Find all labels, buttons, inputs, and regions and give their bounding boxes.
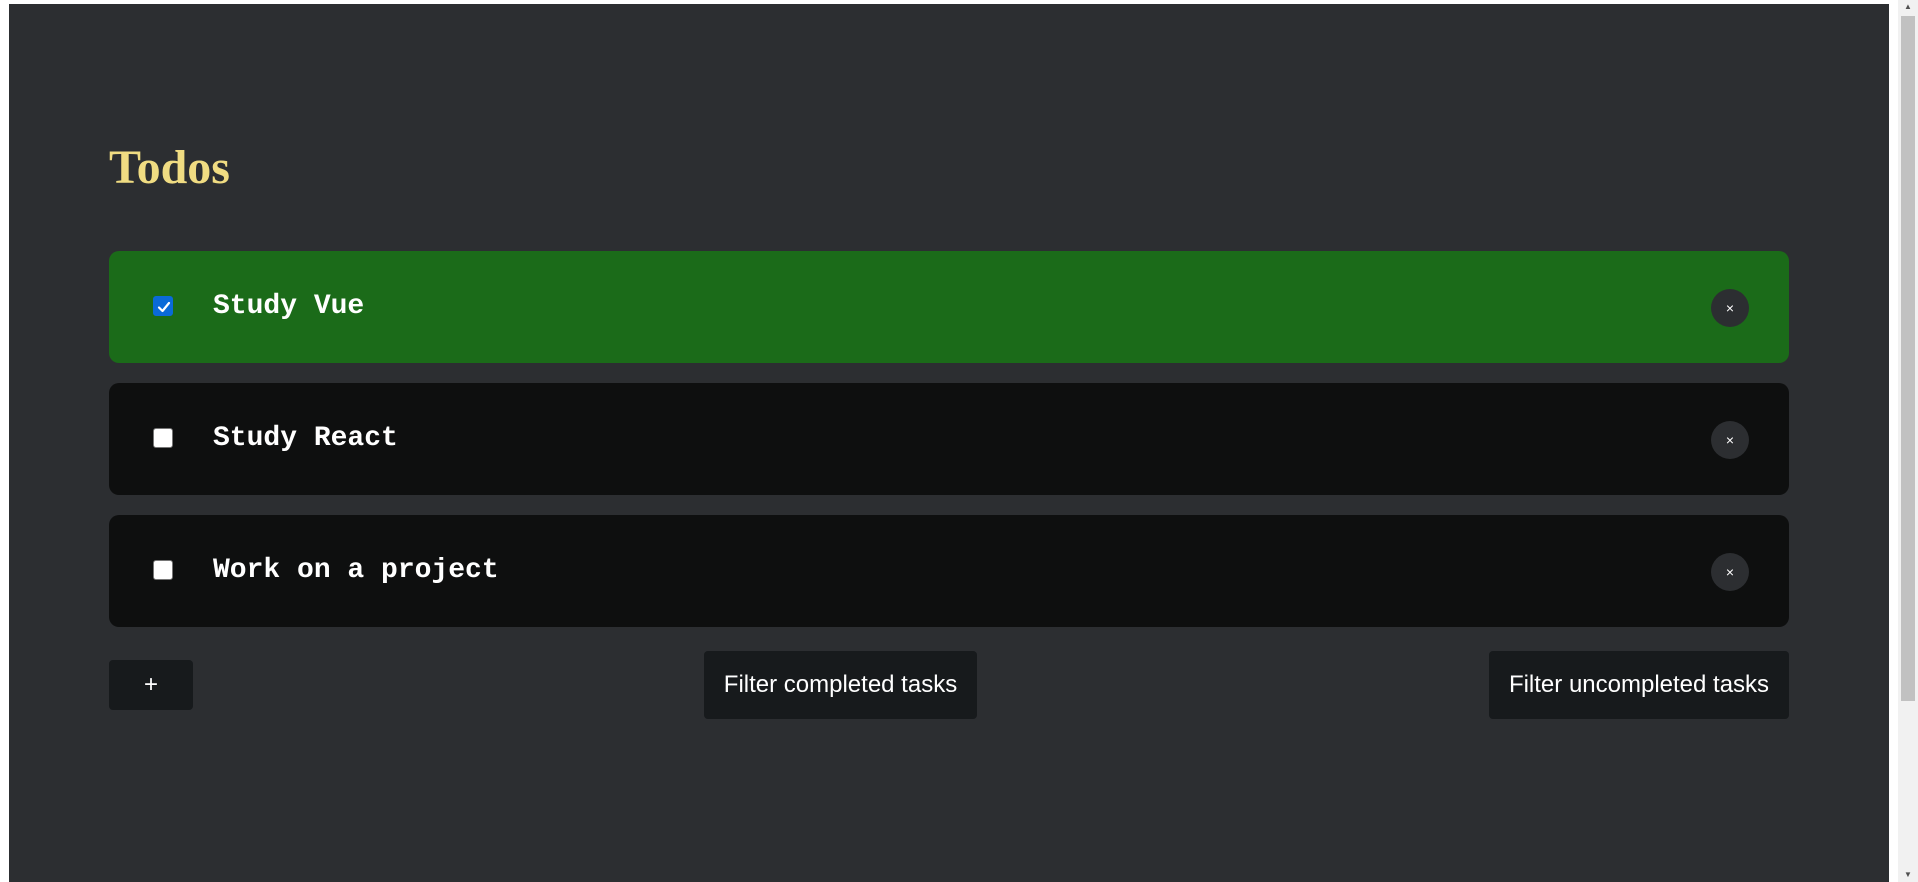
checkmark-icon bbox=[157, 301, 171, 313]
todo-label: Study React bbox=[213, 423, 398, 454]
todo-item-work-on-project: Work on a project × bbox=[109, 515, 1789, 627]
delete-todo-button[interactable]: × bbox=[1711, 553, 1749, 591]
page-title: Todos bbox=[109, 141, 230, 194]
scroll-down-arrow-icon[interactable]: ▼ bbox=[1898, 868, 1918, 882]
delete-todo-button[interactable]: × bbox=[1711, 421, 1749, 459]
todo-label: Work on a project bbox=[213, 555, 499, 586]
todo-checkbox[interactable] bbox=[153, 428, 173, 448]
add-todo-button[interactable]: + bbox=[109, 660, 193, 710]
filter-completed-button[interactable]: Filter completed tasks bbox=[704, 651, 977, 719]
delete-todo-button[interactable]: × bbox=[1711, 289, 1749, 327]
todo-item-study-react: Study React × bbox=[109, 383, 1789, 495]
todo-label: Study Vue bbox=[213, 291, 365, 322]
scrollbar-thumb[interactable] bbox=[1901, 16, 1915, 701]
todo-checkbox[interactable] bbox=[153, 296, 173, 316]
todo-checkbox[interactable] bbox=[153, 560, 173, 580]
todo-list: Study Vue × Study React × Work on a proj… bbox=[109, 251, 1789, 647]
todo-item-study-vue: Study Vue × bbox=[109, 251, 1789, 363]
filter-uncompleted-button[interactable]: Filter uncompleted tasks bbox=[1489, 651, 1789, 719]
app-frame: Todos Study Vue × Study React × Work on … bbox=[9, 4, 1889, 882]
scroll-up-arrow-icon[interactable]: ▲ bbox=[1898, 0, 1918, 14]
vertical-scrollbar[interactable]: ▲ ▼ bbox=[1898, 0, 1918, 882]
